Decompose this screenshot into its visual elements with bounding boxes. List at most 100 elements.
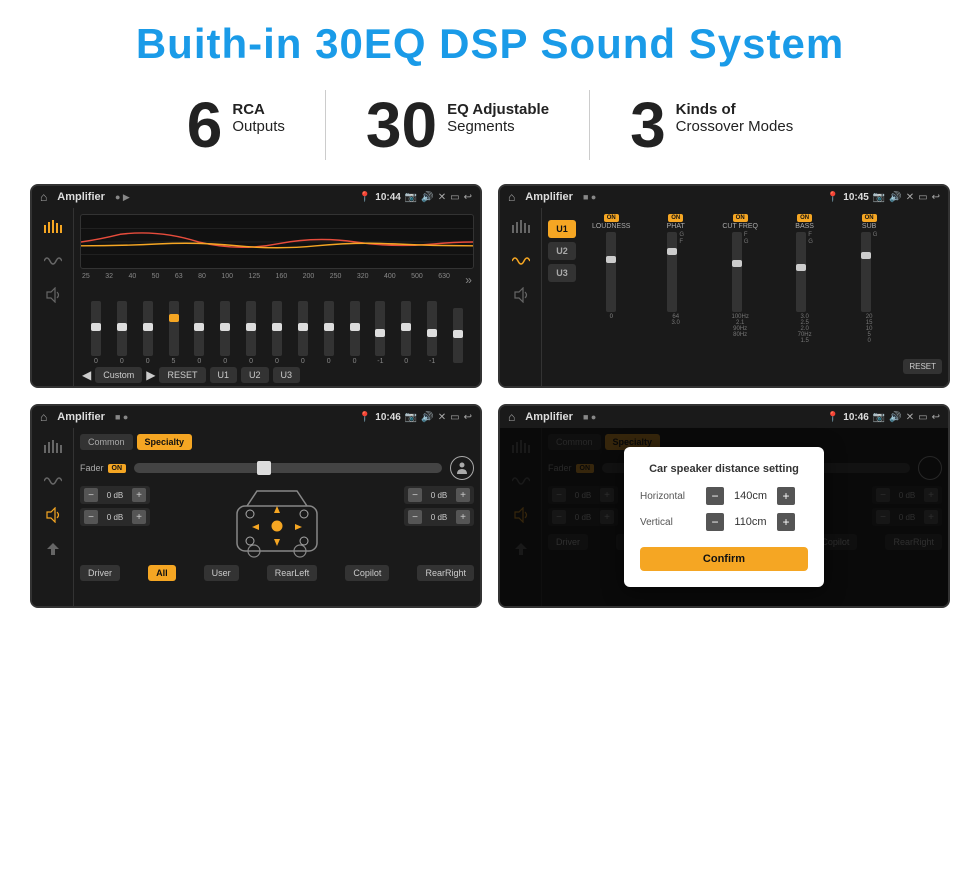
preset-u2[interactable]: U2 <box>548 242 576 260</box>
prev-icon[interactable]: ◀ <box>82 368 91 382</box>
home-icon-2[interactable]: ⌂ <box>508 190 515 204</box>
screen1-dots: ● ▶ <box>115 192 130 203</box>
db-value-fl: 0 dB <box>101 491 129 500</box>
back-icon-1: ↩ <box>464 192 472 203</box>
preset-u1[interactable]: U1 <box>548 220 576 238</box>
stat-eq: 30 EQ Adjustable Segments <box>326 93 589 157</box>
db-control-rl: − 0 dB + <box>80 508 150 526</box>
db-minus-fl[interactable]: − <box>84 488 98 502</box>
horizontal-minus-btn[interactable]: − <box>706 487 724 505</box>
toggle-cutfreq[interactable]: ON <box>733 214 748 222</box>
fader-body: − 0 dB + − 0 dB + <box>80 486 474 561</box>
toggle-bass[interactable]: ON <box>797 214 812 222</box>
preset-u3[interactable]: U3 <box>548 264 576 282</box>
u2-button-eq[interactable]: U2 <box>241 367 269 383</box>
eq-slider-13: -1 <box>420 301 444 365</box>
custom-button[interactable]: Custom <box>95 367 142 383</box>
arrows-icon-s3[interactable] <box>39 538 67 560</box>
screen1-content: 25 32 40 50 63 80 100 125 160 200 250 32… <box>32 208 480 386</box>
home-icon-1[interactable]: ⌂ <box>40 190 47 204</box>
rearleft-btn[interactable]: RearLeft <box>267 565 318 581</box>
close-icon-3: ✕ <box>438 412 446 423</box>
reset-button-eq[interactable]: RESET <box>159 367 205 383</box>
fader-slider[interactable] <box>134 463 442 473</box>
rearright-btn[interactable]: RearRight <box>417 565 474 581</box>
screen2-sidebar <box>500 208 542 386</box>
db-plus-fr[interactable]: + <box>456 488 470 502</box>
eq-icon-s2[interactable] <box>507 216 535 238</box>
home-icon-3[interactable]: ⌂ <box>40 410 47 424</box>
db-minus-fr[interactable]: − <box>408 488 422 502</box>
db-minus-rr[interactable]: − <box>408 510 422 524</box>
speaker-icon-s3[interactable] <box>39 504 67 526</box>
driver-btn[interactable]: Driver <box>80 565 120 581</box>
tab-specialty[interactable]: Specialty <box>137 434 193 450</box>
channel-cutfreq: ON CUT FREQ FG 100Hz2.190Hz80Hz <box>710 214 770 380</box>
stat-label-crossover: Kinds of Crossover Modes <box>676 93 794 135</box>
eq-slider-0: 0 <box>84 301 108 365</box>
screen4-icons: 📍 10:46 📷 🔊 ✕ ▭ ↩ <box>827 412 940 423</box>
window-icon-4: ▭ <box>918 412 927 423</box>
play-icon[interactable]: ▶ <box>146 368 155 382</box>
u3-button-eq[interactable]: U3 <box>273 367 301 383</box>
copilot-btn[interactable]: Copilot <box>345 565 389 581</box>
screen3-fader: Common Specialty Fader ON <box>74 428 480 606</box>
db-plus-fl[interactable]: + <box>132 488 146 502</box>
db-plus-rr[interactable]: + <box>456 510 470 524</box>
all-btn[interactable]: All <box>148 565 176 581</box>
screen3-container: ⌂ Amplifier ■ ● 📍 10:46 📷 🔊 ✕ ▭ ↩ <box>30 404 482 608</box>
toggle-loudness[interactable]: ON <box>604 214 619 222</box>
fader-right-controls: − 0 dB + − 0 dB + <box>404 486 474 526</box>
confirm-button[interactable]: Confirm <box>640 547 808 571</box>
eq-sliders: 0 0 0 5 0 0 0 0 0 0 0 -1 0 -1 <box>80 293 474 365</box>
screen3-icons: 📍 10:46 📷 🔊 ✕ ▭ ↩ <box>359 412 472 423</box>
channel-bass: ON BASS FG 3.02.52.070Hz1.5 <box>774 214 834 380</box>
db-value-fr: 0 dB <box>425 491 453 500</box>
stats-row: 6 RCA Outputs 30 EQ Adjustable Segments … <box>30 90 950 160</box>
crossover-reset-area: RESET <box>903 214 942 380</box>
eq-icon-s1[interactable] <box>39 216 67 238</box>
speaker-icon-s1[interactable] <box>39 284 67 306</box>
wave-icon-s3[interactable] <box>39 470 67 492</box>
eq-icon-s3[interactable] <box>39 436 67 458</box>
dialog-vertical-label: Vertical <box>640 517 700 528</box>
fader-thumb[interactable] <box>257 461 271 475</box>
eq-slider-9: 0 <box>317 301 341 365</box>
fader-on-badge[interactable]: ON <box>108 464 127 473</box>
channel-sub: ON SUB G 20151050 <box>839 214 899 380</box>
wave-icon-s1[interactable] <box>39 250 67 272</box>
label-cutfreq: CUT FREQ <box>722 223 758 230</box>
vertical-minus-btn[interactable]: − <box>706 513 724 531</box>
person-icon[interactable] <box>450 456 474 480</box>
user-btn[interactable]: User <box>204 565 239 581</box>
tab-common[interactable]: Common <box>80 434 133 450</box>
u1-button-eq[interactable]: U1 <box>210 367 238 383</box>
stat-number-crossover: 3 <box>630 93 666 157</box>
eq-slider-10: 0 <box>343 301 367 365</box>
screen4-title: Amplifier <box>525 411 573 423</box>
stat-label-eq-sub: Segments <box>447 118 549 135</box>
stat-label-rca: RCA Outputs <box>232 93 285 135</box>
reset-button-crossover[interactable]: RESET <box>903 359 942 374</box>
horizontal-value: 140cm <box>728 490 773 502</box>
screenshots-grid: ⌂ Amplifier ● ▶ 📍 10:44 📷 🔊 ✕ ▭ ↩ <box>30 184 950 608</box>
home-icon-4[interactable]: ⌂ <box>508 410 515 424</box>
screen2-dots: ■ ● <box>583 192 596 202</box>
eq-slider-3: 5 <box>162 301 186 365</box>
speaker-icon-s2[interactable] <box>507 284 535 306</box>
close-icon-1: ✕ <box>438 192 446 203</box>
screen1-time: 10:44 <box>375 192 401 203</box>
stat-label-crossover-sub: Crossover Modes <box>676 118 794 135</box>
stat-crossover: 3 Kinds of Crossover Modes <box>590 93 833 157</box>
screen4-time: 10:46 <box>843 412 869 423</box>
vertical-plus-btn[interactable]: + <box>777 513 795 531</box>
crossover-content: U1 U2 U3 ON LOUDNESS <box>542 208 948 386</box>
db-plus-rl[interactable]: + <box>132 510 146 524</box>
toggle-sub[interactable]: ON <box>862 214 877 222</box>
wave-icon-s2[interactable] <box>507 250 535 272</box>
volume-icon-2: 🔊 <box>889 192 901 203</box>
db-minus-rl[interactable]: − <box>84 510 98 524</box>
eq-bottom-bar: ◀ Custom ▶ RESET U1 U2 U3 <box>80 365 474 383</box>
horizontal-plus-btn[interactable]: + <box>777 487 795 505</box>
toggle-phat[interactable]: ON <box>668 214 683 222</box>
